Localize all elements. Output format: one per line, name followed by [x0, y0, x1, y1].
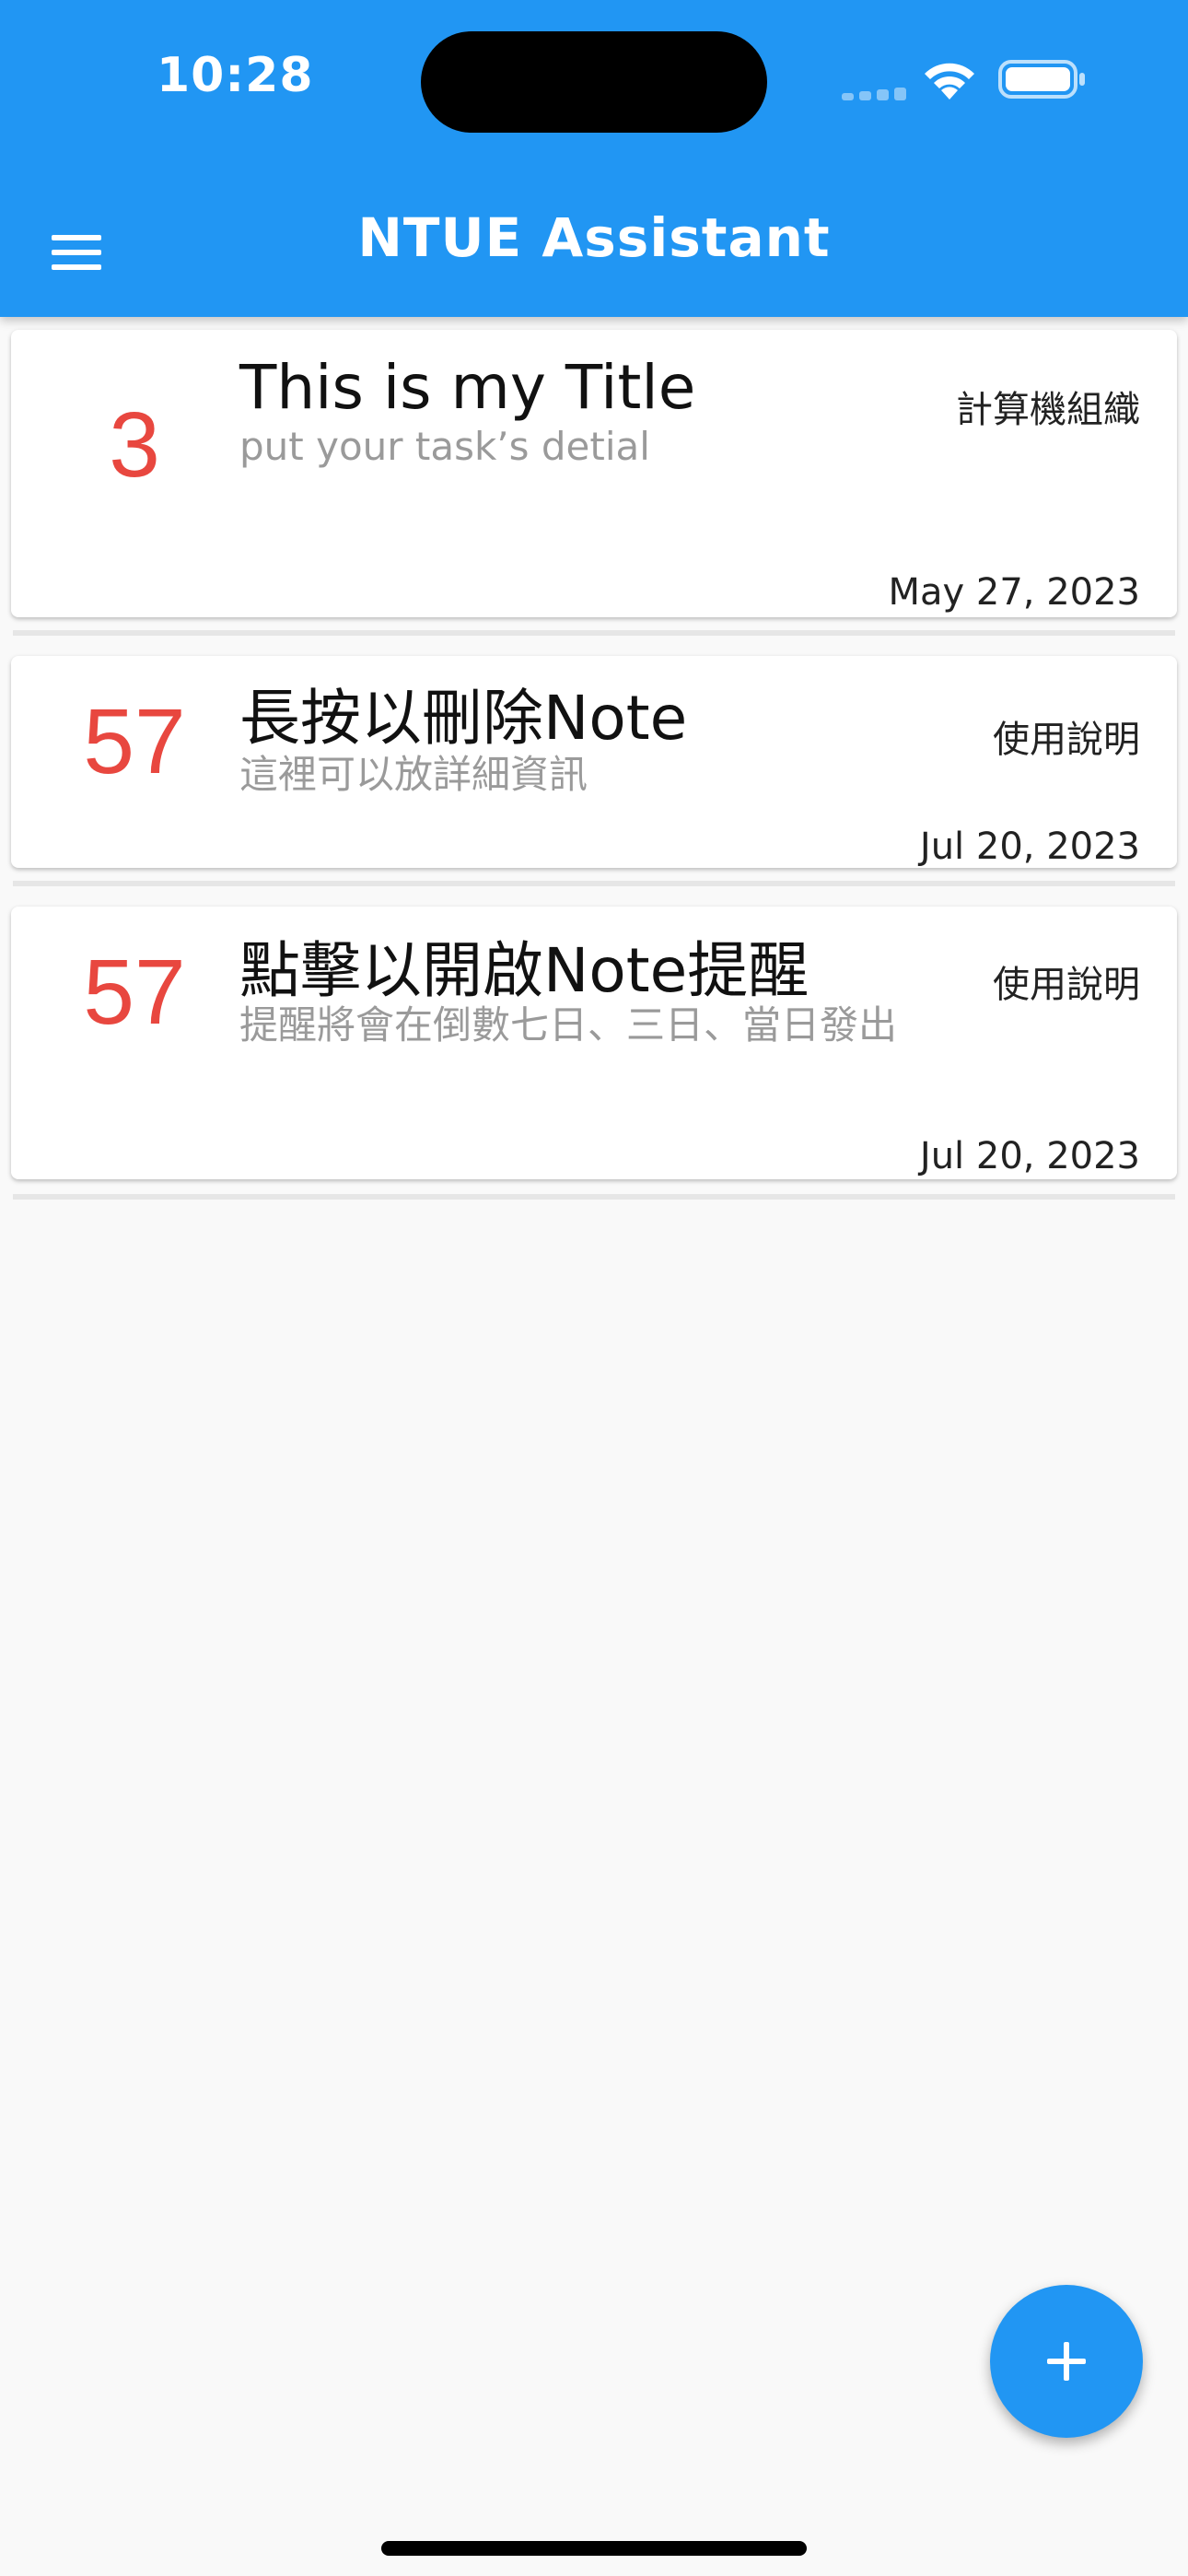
note-detail: 這裡可以放詳細資訊: [239, 752, 588, 797]
note-card[interactable]: 57 長按以刪除Note 這裡可以放詳細資訊 使用說明 Jul 20, 2023: [11, 656, 1177, 868]
cell-signal-icon: [842, 86, 906, 100]
home-indicator[interactable]: [381, 2541, 807, 2556]
page-title: NTUE Assistant: [357, 206, 831, 269]
note-title: 長按以刪除Note: [239, 683, 688, 754]
note-date: Jul 20, 2023: [919, 1135, 1140, 1177]
note-category: 使用說明: [993, 719, 1140, 761]
battery-icon: [998, 60, 1085, 99]
note-detail: 提醒將會在倒數七日、三日、當日發出: [239, 1002, 898, 1048]
screen: 10:28 NTUE Assistant 3 This is my Title: [0, 0, 1188, 2576]
divider: [13, 630, 1175, 636]
wifi-icon: [925, 63, 974, 100]
app-bar: NTUE Assistant: [0, 175, 1188, 313]
note-card[interactable]: 3 This is my Title put your task’s detia…: [11, 330, 1177, 617]
note-card[interactable]: 57 點擊以開啟Note提醒 提醒將會在倒數七日、三日、當日發出 使用說明 Ju…: [11, 907, 1177, 1179]
note-date: May 27, 2023: [888, 571, 1140, 614]
dynamic-island: [421, 31, 767, 133]
note-date: Jul 20, 2023: [919, 825, 1140, 868]
divider: [13, 1194, 1175, 1200]
header: 10:28 NTUE Assistant: [0, 0, 1188, 317]
add-note-button[interactable]: [990, 2285, 1143, 2438]
countdown-days: 57: [83, 941, 186, 1044]
countdown-days: 3: [109, 393, 160, 497]
note-category: 計算機組織: [956, 389, 1140, 431]
note-detail: put your task’s detial: [239, 424, 650, 469]
note-title: This is my Title: [239, 352, 696, 423]
divider: [13, 881, 1175, 886]
status-time: 10:28: [157, 48, 314, 103]
add-icon-stroke: [1064, 2342, 1069, 2381]
countdown-days: 57: [83, 690, 186, 793]
note-category: 使用說明: [993, 964, 1140, 1006]
